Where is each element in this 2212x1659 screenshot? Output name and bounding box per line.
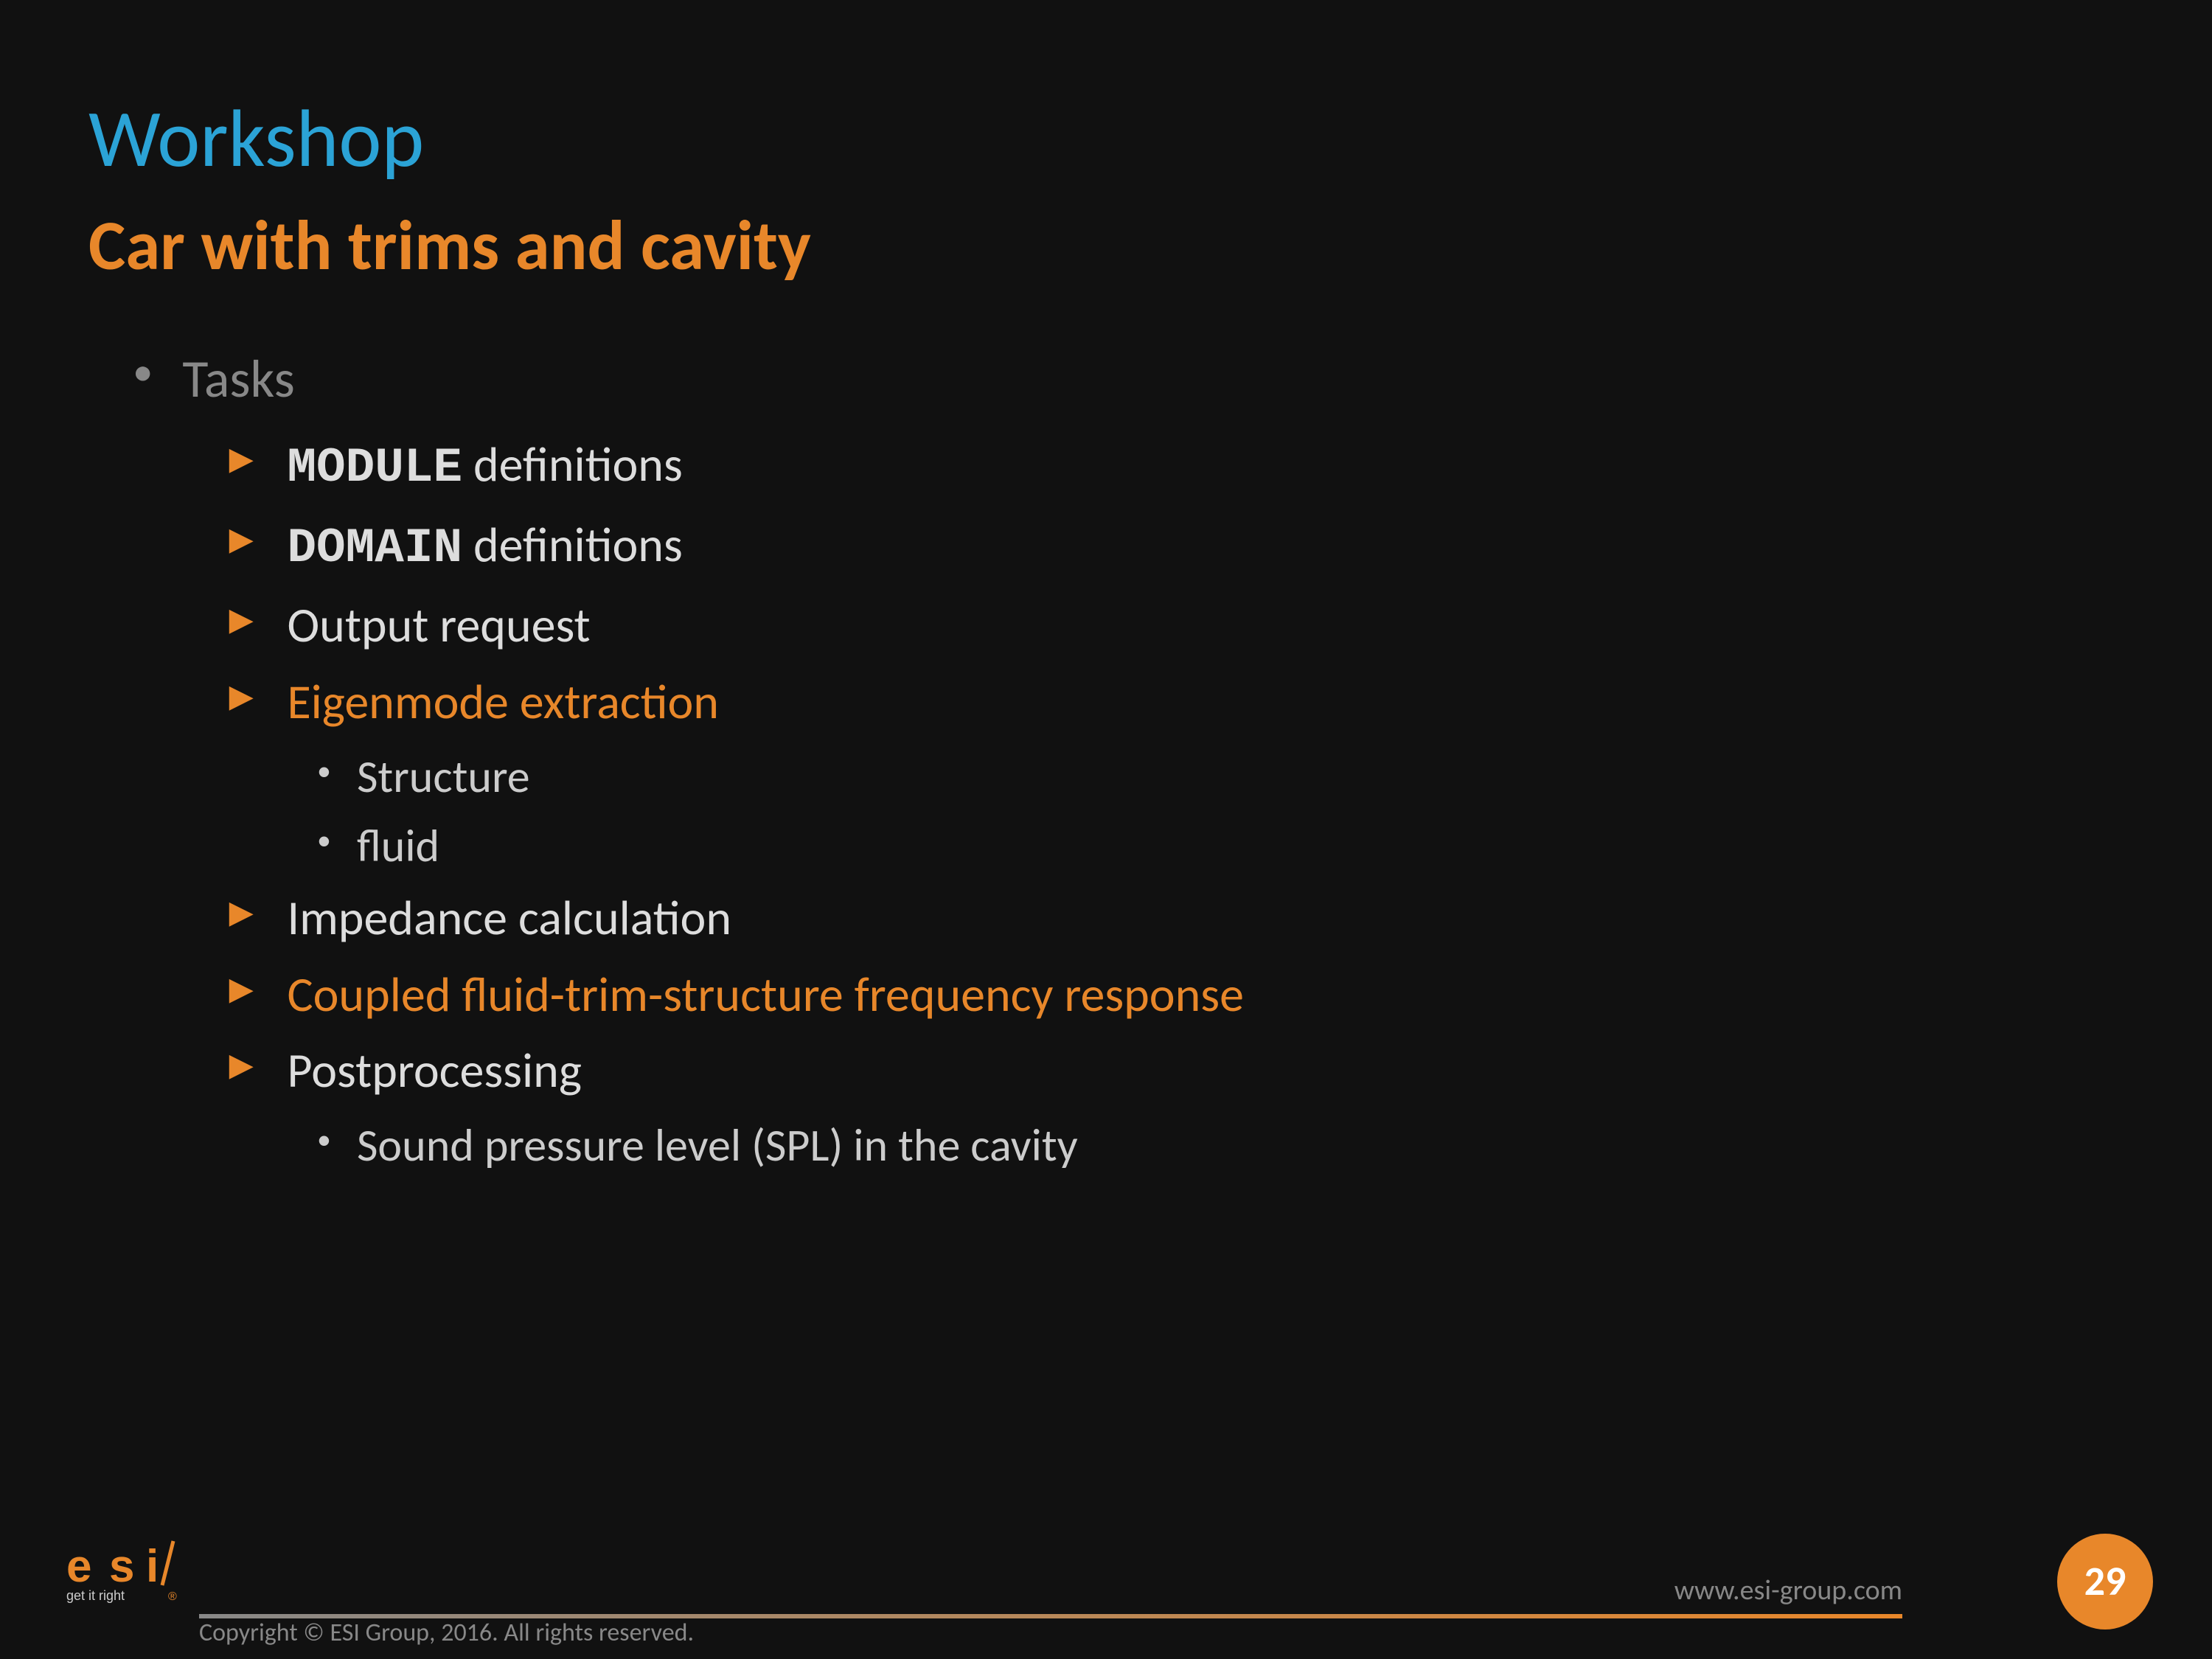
arrow-icon-eigenmode: ► <box>221 676 261 717</box>
nested-fluid: • fluid <box>317 816 2124 876</box>
arrow-icon-domain: ► <box>221 519 261 560</box>
main-bullet-dot: • <box>133 351 153 392</box>
nested-dot-fluid: • <box>317 827 331 855</box>
arrow-icon-postprocessing: ► <box>221 1045 261 1085</box>
title-subtitle: Car with trims and cavity <box>88 203 2124 288</box>
nested-fluid-text: fluid <box>357 816 439 876</box>
main-bullet-tasks: • Tasks <box>133 347 2124 411</box>
postprocessing-row: ► Postprocessing <box>221 1039 2124 1102</box>
list-item-impedance: ► Impedance calculation <box>221 886 2124 950</box>
sub-items-list: ► MODULE definitions ► DOMAIN definition… <box>133 433 2124 1175</box>
list-item-domain: ► DOMAIN definitions <box>221 513 2124 580</box>
item-impedance-text: Impedance calculation <box>287 886 731 950</box>
item-module-text: MODULE definitions <box>287 433 682 500</box>
list-item-coupled: ► Coupled fluid-trim-structure frequency… <box>221 963 2124 1026</box>
list-item-postprocessing: ► Postprocessing • Sound pressure level … <box>221 1039 2124 1175</box>
svg-text:®: ® <box>168 1590 177 1603</box>
page-number-badge: 29 <box>2057 1534 2153 1630</box>
list-item-output: ► Output request <box>221 594 2124 657</box>
eigenmode-nested: • Structure • fluid <box>221 747 2124 876</box>
item-postprocessing-text: Postprocessing <box>287 1039 581 1102</box>
arrow-icon-output: ► <box>221 599 261 640</box>
nested-spl: • Sound pressure level (SPL) in the cavi… <box>317 1116 2124 1175</box>
nested-structure-text: Structure <box>357 747 530 807</box>
main-bullet-label: Tasks <box>182 347 294 411</box>
arrow-icon-impedance: ► <box>221 892 261 933</box>
arrow-icon-coupled: ► <box>221 969 261 1009</box>
svg-text:s: s <box>109 1541 134 1592</box>
content-area: • Tasks ► MODULE definitions ► DOMAIN de… <box>88 347 2124 1175</box>
list-item-eigenmode: ► Eigenmode extraction • Structure • flu… <box>221 670 2124 876</box>
item-module-suffix: definitions <box>473 434 683 494</box>
svg-text:get it right: get it right <box>66 1588 125 1603</box>
nested-dot-spl: • <box>317 1126 331 1154</box>
arrow-icon-module: ► <box>221 439 261 479</box>
slide: Workshop Car with trims and cavity • Tas… <box>0 0 2212 1659</box>
list-item-module: ► MODULE definitions <box>221 433 2124 500</box>
item-domain-suffix: definitions <box>473 515 683 574</box>
item-output-text: Output request <box>287 594 590 657</box>
nested-dot-structure: • <box>317 757 331 785</box>
esi-logo: e s i get it right ® <box>59 1534 206 1615</box>
svg-text:e: e <box>66 1541 91 1592</box>
postprocessing-nested: • Sound pressure level (SPL) in the cavi… <box>221 1116 2124 1175</box>
nested-spl-text: Sound pressure level (SPL) in the cavity <box>357 1116 1078 1175</box>
footer-url: www.esi-group.com <box>1674 1573 1902 1607</box>
item-coupled-text: Coupled fluid-trim-structure frequency r… <box>287 963 1244 1026</box>
footer-logo-area: e s i get it right ® <box>59 1534 206 1615</box>
svg-text:i: i <box>146 1541 159 1592</box>
footer: e s i get it right ® www.esi-group.com 2… <box>0 1541 2212 1659</box>
footer-copyright: Copyright © ESI Group, 2016. All rights … <box>199 1618 694 1648</box>
item-domain-text: DOMAIN definitions <box>287 513 682 580</box>
item-eigenmode-text: Eigenmode extraction <box>287 670 719 734</box>
title-workshop: Workshop <box>88 88 2124 188</box>
nested-structure: • Structure <box>317 747 2124 807</box>
item-module-mono: MODULE <box>287 440 462 495</box>
eigenmode-row: ► Eigenmode extraction <box>221 670 2124 734</box>
item-domain-mono: DOMAIN <box>287 521 462 576</box>
